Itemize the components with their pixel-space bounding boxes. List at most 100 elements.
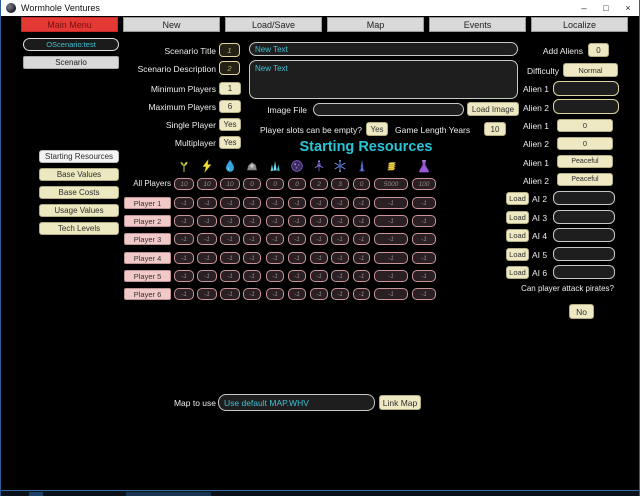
player-2-cell[interactable]: -1 (331, 215, 349, 227)
player-1-cell[interactable]: -1 (243, 197, 261, 209)
player-3-cell[interactable]: -1 (266, 233, 284, 245)
player-6-cell[interactable]: -1 (331, 288, 349, 300)
ai-6-input[interactable] (553, 265, 615, 279)
multiplayer-toggle[interactable]: Yes (219, 136, 241, 149)
player-1-cell[interactable]: -1 (412, 197, 436, 209)
player-5-cell[interactable]: -1 (331, 270, 349, 282)
load-ai-6-button[interactable]: Load (506, 266, 529, 279)
player-4-cell[interactable]: -1 (266, 252, 284, 264)
player-4-cell[interactable]: -1 (374, 252, 408, 264)
minimize-button[interactable]: – (573, 0, 595, 16)
player-3-cell[interactable]: -1 (353, 233, 370, 245)
alien1-mood-button[interactable]: Peaceful (557, 155, 613, 168)
player-5-cell[interactable]: -1 (174, 270, 194, 282)
minimum-players-field[interactable]: 1 (219, 82, 241, 95)
player-6-cell[interactable]: -1 (197, 288, 217, 300)
sidebar-item-usage-values[interactable]: Usage Values (39, 204, 119, 217)
link-map-button[interactable]: Link Map (379, 395, 421, 410)
player-4-cell[interactable]: -1 (310, 252, 328, 264)
sidebar-item-base-values[interactable]: Base Values (39, 168, 119, 181)
sidebar-item-base-costs[interactable]: Base Costs (39, 186, 119, 199)
player-2-cell[interactable]: -1 (310, 215, 328, 227)
ai-2-input[interactable] (553, 191, 615, 205)
menu-load-save[interactable]: Load/Save (225, 17, 322, 32)
menu-localize[interactable]: Localize (531, 17, 628, 32)
all-players-cell[interactable]: 0 (266, 178, 284, 190)
player-6-cell[interactable]: -1 (288, 288, 306, 300)
player-3-cell[interactable]: -1 (310, 233, 328, 245)
load-ai-4-button[interactable]: Load (506, 229, 529, 242)
player-5-cell[interactable]: -1 (197, 270, 217, 282)
load-ai-5-button[interactable]: Load (506, 247, 529, 261)
player-6-cell[interactable]: -1 (220, 288, 240, 300)
add-aliens-field[interactable]: 0 (588, 43, 609, 57)
alien2-count-button[interactable]: 0 (557, 137, 613, 150)
player-2-cell[interactable]: -1 (266, 215, 284, 227)
ai-4-input[interactable] (553, 228, 615, 242)
player-1-cell[interactable]: -1 (310, 197, 328, 209)
player-2-cell[interactable]: -1 (174, 215, 194, 227)
player-1-cell[interactable]: -1 (220, 197, 240, 209)
all-players-cell[interactable]: 0 (243, 178, 261, 190)
difficulty-button[interactable]: Normal (563, 63, 618, 77)
player-2-cell[interactable]: -1 (353, 215, 370, 227)
player-4-cell[interactable]: -1 (243, 252, 261, 264)
player-2-cell[interactable]: -1 (412, 215, 436, 227)
player-1-cell[interactable]: -1 (174, 197, 194, 209)
sidebar-item-starting-resources[interactable]: Starting Resources (39, 150, 119, 163)
ai-3-input[interactable] (553, 209, 615, 224)
player-4-cell[interactable]: -1 (288, 252, 306, 264)
player-6-cell[interactable]: -1 (266, 288, 284, 300)
player-1-cell[interactable]: -1 (331, 197, 349, 209)
all-players-cell[interactable]: 0 (288, 178, 306, 190)
player-3-cell[interactable]: -1 (288, 233, 306, 245)
player-6-cell[interactable]: -1 (243, 288, 261, 300)
close-button[interactable]: × (617, 0, 639, 16)
player-3-cell[interactable]: -1 (374, 233, 408, 245)
player-1-cell[interactable]: -1 (288, 197, 306, 209)
player-6-cell[interactable]: -1 (412, 288, 436, 300)
load-ai-2-button[interactable]: Load (506, 192, 529, 205)
player-5-cell[interactable]: -1 (220, 270, 240, 282)
player-3-cell[interactable]: -1 (243, 233, 261, 245)
player-row-button-1[interactable]: Player 1 (124, 197, 171, 209)
alien2-name-input[interactable] (553, 99, 619, 114)
player-row-button-2[interactable]: Player 2 (124, 215, 171, 227)
player-row-button-3[interactable]: Player 3 (124, 233, 171, 245)
player-row-button-6[interactable]: Player 6 (124, 288, 171, 300)
scenario-title-input[interactable]: New Text (249, 42, 518, 56)
player-2-cell[interactable]: -1 (288, 215, 306, 227)
player-1-cell[interactable]: -1 (266, 197, 284, 209)
player-5-cell[interactable]: -1 (374, 270, 408, 282)
player-2-cell[interactable]: -1 (197, 215, 217, 227)
player-4-cell[interactable]: -1 (197, 252, 217, 264)
menu-map[interactable]: Map (327, 17, 424, 32)
player-3-cell[interactable]: -1 (220, 233, 240, 245)
player-6-cell[interactable]: -1 (353, 288, 370, 300)
player-5-cell[interactable]: -1 (353, 270, 370, 282)
player-4-cell[interactable]: -1 (331, 252, 349, 264)
maximize-button[interactable]: □ (595, 0, 617, 16)
all-players-cell[interactable]: 3 (331, 178, 349, 190)
player-1-cell[interactable]: -1 (374, 197, 408, 209)
player-2-cell[interactable]: -1 (220, 215, 240, 227)
menu-main-menu[interactable]: Main Menu (21, 17, 118, 32)
sidebar-item-tech-levels[interactable]: Tech Levels (39, 222, 119, 235)
player-4-cell[interactable]: -1 (174, 252, 194, 264)
all-players-cell[interactable]: 10 (197, 178, 217, 190)
player-6-cell[interactable]: -1 (374, 288, 408, 300)
player-5-cell[interactable]: -1 (412, 270, 436, 282)
player-5-cell[interactable]: -1 (266, 270, 284, 282)
player-3-cell[interactable]: -1 (412, 233, 436, 245)
menu-events[interactable]: Events (429, 17, 526, 32)
alien2-mood-button[interactable]: Peaceful (557, 173, 613, 186)
all-players-cell[interactable]: 10 (174, 178, 194, 190)
player-2-cell[interactable]: -1 (374, 215, 408, 227)
all-players-cell[interactable]: 0 (353, 178, 370, 190)
pirates-toggle[interactable]: No (569, 304, 594, 319)
map-input[interactable]: Use default MAP.WHV (218, 394, 375, 411)
player-5-cell[interactable]: -1 (288, 270, 306, 282)
player-4-cell[interactable]: -1 (412, 252, 436, 264)
player-3-cell[interactable]: -1 (197, 233, 217, 245)
all-players-cell[interactable]: 100 (412, 178, 436, 190)
